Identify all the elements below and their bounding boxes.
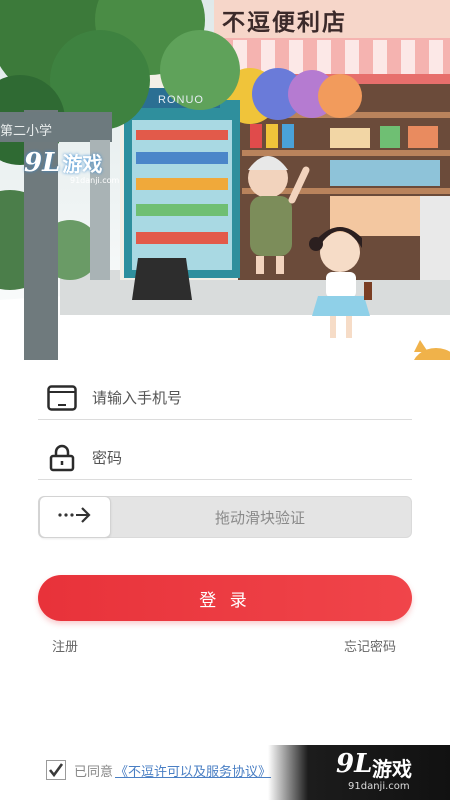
- lock-icon: [44, 440, 80, 476]
- school-sign: 第二小学: [0, 124, 53, 139]
- watermark-logo-bottom: 9L 游戏 91danji.com: [268, 745, 450, 800]
- slider-label: 拖动滑块验证: [214, 508, 305, 527]
- hero-illustration: 不逗便利店 RONUO 第二小学 9L 游戏 91danji.com: [0, 0, 450, 360]
- tablet-icon: [44, 380, 80, 416]
- password-field[interactable]: [38, 436, 412, 480]
- watermark-number: 9L: [336, 749, 373, 779]
- watermark-logo-top: 9L 游戏 91danji.com: [24, 148, 119, 185]
- agreement-prefix: 已同意: [74, 764, 114, 780]
- checkmark-icon: [48, 763, 64, 778]
- watermark-url: 91danji.com: [70, 176, 120, 185]
- fridge-brand-sign: RONUO: [158, 94, 204, 106]
- watermark-text: 游戏: [372, 757, 412, 781]
- watermark-number: 9L: [24, 148, 61, 178]
- drink-fridge: [124, 88, 240, 278]
- arrow-right-icon: [58, 506, 92, 528]
- watermark-text: 游戏: [62, 152, 103, 176]
- login-button[interactable]: 登 录: [38, 575, 412, 621]
- register-link[interactable]: 注册: [52, 636, 78, 655]
- agreement-row: 已同意 《不逗许可以及服务协议》: [46, 760, 271, 780]
- forgot-password-link[interactable]: 忘记密码: [344, 636, 396, 655]
- service-agreement-link[interactable]: 《不逗许可以及服务协议》: [115, 761, 271, 780]
- phone-input[interactable]: [92, 388, 392, 407]
- watermark-url: 91danji.com: [348, 781, 410, 792]
- agreement-checkbox[interactable]: [46, 760, 66, 780]
- shop-scene: [0, 0, 450, 360]
- slider-handle[interactable]: [39, 496, 111, 538]
- slider-captcha[interactable]: 拖动滑块验证: [38, 496, 412, 538]
- shop-sign: 不逗便利店: [222, 9, 347, 36]
- password-input[interactable]: [92, 448, 392, 467]
- phone-field[interactable]: [38, 376, 412, 420]
